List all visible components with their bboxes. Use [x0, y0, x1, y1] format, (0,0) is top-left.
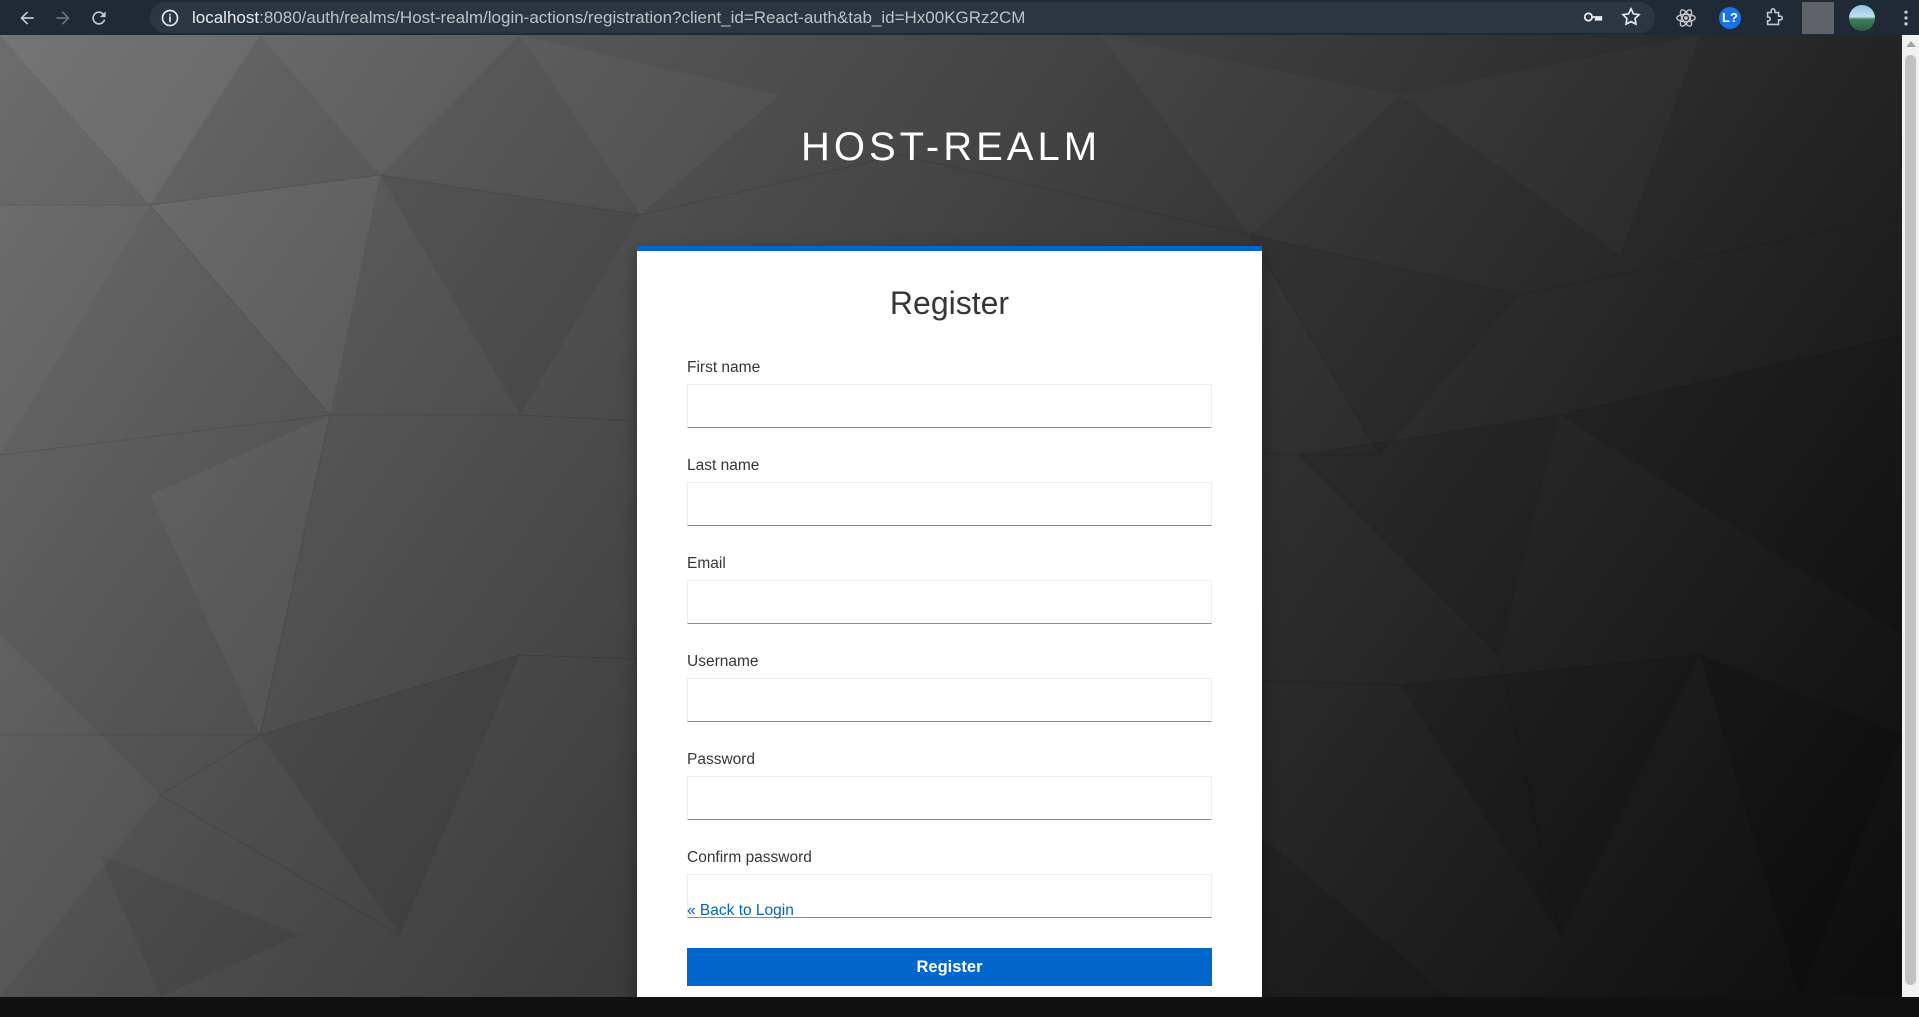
password-key-icon[interactable] — [1581, 5, 1605, 29]
registration-form: First name Last name Email Username Pass… — [687, 359, 1212, 947]
bookmark-star-icon[interactable] — [1619, 5, 1643, 29]
profile-avatar[interactable] — [1846, 2, 1878, 34]
url-text[interactable]: localhost:8080/auth/realms/Host-realm/lo… — [192, 8, 1025, 28]
avatar — [1849, 4, 1875, 31]
address-bar[interactable]: localhost:8080/auth/realms/Host-realm/lo… — [150, 2, 1655, 33]
register-card: Register First name Last name Email User… — [637, 246, 1262, 997]
last-name-field: Last name — [687, 457, 1212, 526]
toolbar-separator — [1802, 1, 1834, 34]
extension-badge-icon[interactable]: L? — [1714, 2, 1746, 34]
browser-menu-icon[interactable] — [1890, 2, 1919, 34]
reload-icon[interactable] — [81, 0, 117, 35]
react-devtools-icon[interactable] — [1670, 2, 1702, 34]
url-host: localhost — [192, 7, 260, 27]
url-path: :8080/auth/realms/Host-realm/login-actio… — [259, 7, 1026, 27]
username-input[interactable] — [687, 678, 1212, 722]
last-name-input[interactable] — [687, 482, 1212, 526]
first-name-input[interactable] — [687, 384, 1212, 428]
scroll-thumb[interactable] — [1905, 55, 1916, 985]
email-label: Email — [687, 555, 726, 572]
back-to-login-link[interactable]: « Back to Login — [687, 902, 794, 920]
username-label: Username — [687, 653, 759, 670]
first-name-label: First name — [687, 359, 761, 376]
register-button[interactable]: Register — [687, 948, 1212, 986]
confirm-password-label: Confirm password — [687, 849, 812, 866]
email-field: Email — [687, 555, 1212, 624]
bottom-strip — [0, 997, 1919, 1017]
last-name-label: Last name — [687, 457, 760, 474]
browser-toolbar: localhost:8080/auth/realms/Host-realm/lo… — [0, 0, 1919, 35]
site-info-icon[interactable] — [158, 6, 182, 30]
password-field: Password — [687, 751, 1212, 820]
password-input[interactable] — [687, 776, 1212, 820]
email-input[interactable] — [687, 580, 1212, 624]
realm-title: HOST-REALM — [800, 125, 1102, 169]
page-scrollbar[interactable] — [1902, 35, 1919, 997]
forward-arrow-icon[interactable] — [45, 0, 81, 35]
extensions-puzzle-icon[interactable] — [1758, 2, 1790, 34]
page-viewport: HOST-REALM Register First name Last name… — [0, 35, 1902, 997]
back-arrow-icon[interactable] — [9, 0, 45, 35]
username-field: Username — [687, 653, 1212, 722]
form-title: Register — [889, 285, 1010, 321]
first-name-field: First name — [687, 359, 1212, 428]
scroll-up-arrow-icon[interactable] — [1906, 41, 1916, 47]
extension-badge-text: L? — [1719, 6, 1741, 29]
password-label: Password — [687, 751, 756, 768]
